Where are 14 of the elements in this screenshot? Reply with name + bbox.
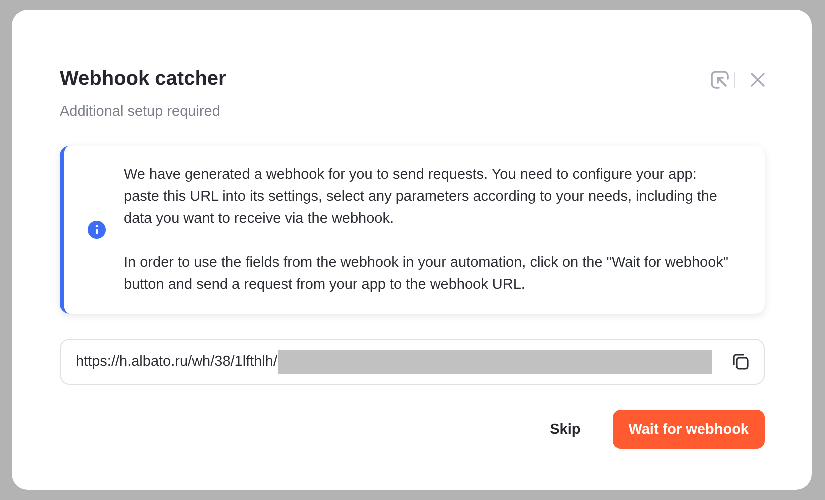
dialog-title: Webhook catcher xyxy=(60,67,226,92)
close-icon xyxy=(751,73,765,87)
info-icon xyxy=(88,221,106,239)
copy-icon xyxy=(732,353,750,371)
info-paragraph: We have generated a webhook for you to send requests. You need to configure your app: paste this URL into its settings, select any parameters according to your needs, including the data you want to receive via the webhook. xyxy=(124,166,718,229)
close-button[interactable] xyxy=(751,73,765,87)
url-field[interactable]: https://h.albato.ru/wh/38/1lfthlh/ xyxy=(60,339,765,385)
url-text: https://h.albato.ru/wh/38/1lfthlh/ xyxy=(76,354,278,370)
copy-button[interactable] xyxy=(732,353,750,371)
collapse-button[interactable] xyxy=(710,70,730,90)
info-paragraph: In order to use the fields from the webhook in your automation, click on the "Wait for webhook" button and send a request from your app to the webhook URL. xyxy=(124,254,730,295)
arrow-square-icon xyxy=(710,70,730,90)
skip-button[interactable]: Skip xyxy=(534,410,597,449)
dialog-subtitle: Additional setup required xyxy=(60,104,222,120)
